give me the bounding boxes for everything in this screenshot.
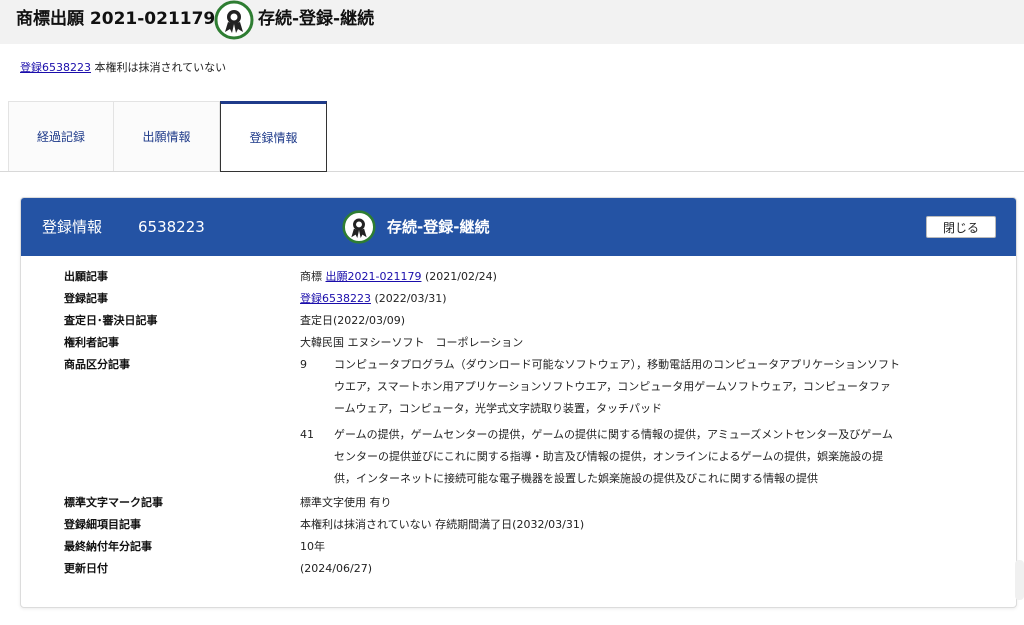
registration-number-link[interactable]: 登録6538223 [300, 292, 371, 305]
registration-summary: 登録6538223 本権利は抹消されていない [20, 60, 226, 76]
tab-history[interactable]: 経過記録 [8, 101, 114, 171]
row-value: 登録6538223 (2022/03/31) [300, 288, 446, 310]
row-label: 登録細項目記事 [64, 518, 141, 531]
tab-bar-divider [0, 171, 1024, 172]
row-label: 権利者記事 [64, 336, 119, 349]
scrollbar-thumb[interactable] [1015, 560, 1024, 600]
award-ribbon-icon [342, 210, 376, 244]
panel-status: 存続-登録-継続 [387, 218, 490, 236]
goods-class-number: 9 [300, 358, 307, 371]
registration-link[interactable]: 登録6538223 [20, 61, 91, 74]
registration-info-panel: 登録情報 6538223 存続-登録-継続 閉じる 出願記事 商標 出願2021… [20, 197, 1017, 608]
goods-line: ゲームの提供，ゲームセンターの提供，ゲームの提供に関する情報の提供，アミューズメ… [334, 428, 893, 441]
panel-registration-number: 6538223 [138, 218, 205, 236]
goods-class-description: ゲームの提供，ゲームセンターの提供，ゲームの提供に関する情報の提供，アミューズメ… [334, 424, 994, 490]
row-value: 査定日(2022/03/09) [300, 314, 405, 327]
application-link[interactable]: 出願2021-021179 [326, 270, 422, 283]
row-value: 標準文字使用 有り [300, 496, 392, 509]
row-label: 商品区分記事 [64, 358, 130, 371]
goods-line: センターの提供並びにこれに関する指導・助言及び情報の提供，オンラインによるゲーム… [334, 450, 884, 463]
row-label: 標準文字マーク記事 [64, 496, 163, 509]
goods-line: 供，インターネットに接続可能な電子機器を設置した娯楽施設の提供及びこれに関する情… [334, 472, 818, 485]
goods-class-number: 41 [300, 428, 314, 441]
tab-application-info[interactable]: 出願情報 [114, 101, 220, 171]
panel-header: 登録情報 6538223 存続-登録-継続 閉じる [21, 198, 1016, 256]
tab-bar: 経過記録 出願情報 登録情報 [0, 101, 1024, 172]
row-label: 査定日･審決日記事 [64, 314, 158, 327]
row-label: 出願記事 [64, 270, 108, 283]
row-value: 商標 出願2021-021179 (2021/02/24) [300, 266, 497, 288]
header-status: 存続-登録-継続 [258, 9, 375, 29]
goods-class-description: コンピュータプログラム（ダウンロード可能なソフトウェア），移動電話用のコンピュー… [334, 354, 994, 420]
registration-date: (2022/03/31) [371, 292, 447, 305]
page-header: 商標出願 2021-021179 存続-登録-継続 [0, 0, 1024, 44]
row-value: 本権利は抹消されていない 存続期間満了日(2032/03/31) [300, 518, 585, 531]
registration-summary-text: 本権利は抹消されていない [91, 61, 227, 74]
tab-registration-info[interactable]: 登録情報 [220, 101, 327, 172]
row-label: 登録記事 [64, 292, 108, 305]
goods-class-9: 9 コンピュータプログラム（ダウンロード可能なソフトウェア），移動電話用のコンピ… [300, 354, 1000, 420]
page-title: 商標出願 2021-021179 [16, 9, 216, 29]
panel-title: 登録情報 [42, 218, 103, 236]
row-value: (2024/06/27) [300, 562, 372, 575]
close-button[interactable]: 閉じる [926, 216, 996, 238]
row-label: 最終納付年分記事 [64, 540, 152, 553]
row-value: 大韓民国 エヌシーソフト コーポレーション [300, 336, 524, 349]
application-date: (2021/02/24) [421, 270, 497, 283]
goods-line: ームウェア，コンピュータ，光学式文字読取り装置，タッチパッド [334, 402, 663, 415]
goods-line: コンピュータプログラム（ダウンロード可能なソフトウェア），移動電話用のコンピュー… [334, 358, 900, 371]
goods-class-41: 41 ゲームの提供，ゲームセンターの提供，ゲームの提供に関する情報の提供，アミュ… [300, 424, 1000, 490]
goods-line: ウエア，スマートホン用アプリケーションソフトウエア，コンピュータ用ゲームソフトウ… [334, 380, 891, 393]
application-prefix: 商標 [300, 270, 326, 283]
row-label: 更新日付 [64, 562, 108, 575]
row-value: 10年 [300, 540, 325, 553]
award-ribbon-icon [214, 0, 254, 40]
